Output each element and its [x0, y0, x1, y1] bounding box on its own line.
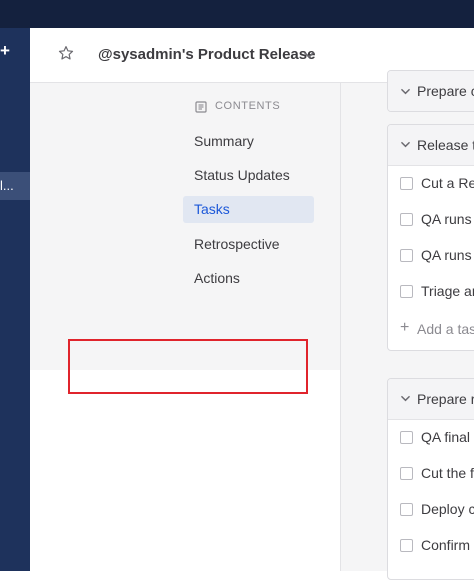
task-item[interactable]: Deploy cl — [388, 492, 474, 528]
checklist-card: Prepare r QA final a Cut the fi Deploy c… — [387, 378, 474, 580]
task-checkbox[interactable] — [400, 503, 413, 516]
checklist-title: Prepare c — [417, 83, 474, 99]
toc-item-tasks[interactable]: Tasks — [183, 196, 314, 223]
contents-panel — [30, 83, 340, 370]
contents-panel-lower — [30, 370, 340, 571]
document-icon — [195, 101, 207, 113]
task-text: Triage an — [421, 283, 474, 299]
task-checkbox[interactable] — [400, 285, 413, 298]
toc-item-summary[interactable]: Summary — [183, 128, 314, 155]
task-checkbox[interactable] — [400, 467, 413, 480]
plus-icon: + — [400, 319, 410, 336]
chevron-down-icon[interactable] — [400, 394, 411, 403]
task-checkbox[interactable] — [400, 539, 413, 552]
task-text: QA final a — [421, 429, 474, 445]
add-task-label: Add a tas — [417, 321, 474, 337]
task-item[interactable]: QA runs s — [388, 202, 474, 238]
task-text: Cut the fi — [421, 465, 474, 481]
chevron-down-icon[interactable] — [400, 140, 411, 149]
task-text: QA runs a — [421, 247, 474, 263]
add-task-button[interactable]: + Add a tas — [388, 310, 474, 350]
task-text: Cut a Rel — [421, 175, 474, 191]
left-team-sidebar: + l... — [0, 28, 30, 571]
toc-item-actions[interactable]: Actions — [183, 265, 314, 292]
top-bar — [0, 0, 474, 28]
task-checkbox[interactable] — [400, 177, 413, 190]
highlight-box — [68, 339, 308, 394]
task-item[interactable]: QA final a — [388, 420, 474, 456]
left-nav-active-item[interactable]: l... — [0, 172, 30, 200]
checklist-card: Prepare c — [387, 70, 474, 112]
checklist-header[interactable]: Prepare c — [388, 71, 474, 111]
chevron-down-icon[interactable] — [400, 87, 411, 96]
checklist-card: Release to Cut a Rel QA runs s QA runs a… — [387, 124, 474, 351]
task-item[interactable]: Triage an — [388, 274, 474, 310]
task-checkbox[interactable] — [400, 249, 413, 262]
task-checkbox[interactable] — [400, 213, 413, 226]
task-checkbox[interactable] — [400, 431, 413, 444]
add-plus-icon[interactable]: + — [0, 42, 10, 59]
checklist-title: Prepare r — [417, 391, 474, 407]
task-item[interactable]: Cut a Rel — [388, 166, 474, 202]
task-item[interactable]: QA runs a — [388, 238, 474, 274]
chevron-down-icon[interactable] — [303, 50, 315, 60]
toc-item-status-updates[interactable]: Status Updates — [183, 162, 314, 189]
checklist-title: Release to — [417, 137, 474, 153]
checklist-header[interactable]: Release to — [388, 125, 474, 166]
toc-item-retrospective[interactable]: Retrospective — [183, 231, 314, 258]
task-item[interactable]: Confirm m — [388, 528, 474, 564]
page-title[interactable]: @sysadmin's Product Release — [98, 46, 315, 63]
checklist-header[interactable]: Prepare r — [388, 379, 474, 420]
task-item[interactable]: Cut the fi — [388, 456, 474, 492]
star-icon[interactable] — [57, 44, 75, 62]
task-text: Deploy cl — [421, 501, 474, 517]
task-text: QA runs s — [421, 211, 474, 227]
contents-heading: CONTENTS — [215, 100, 281, 112]
task-text: Confirm m — [421, 537, 474, 553]
